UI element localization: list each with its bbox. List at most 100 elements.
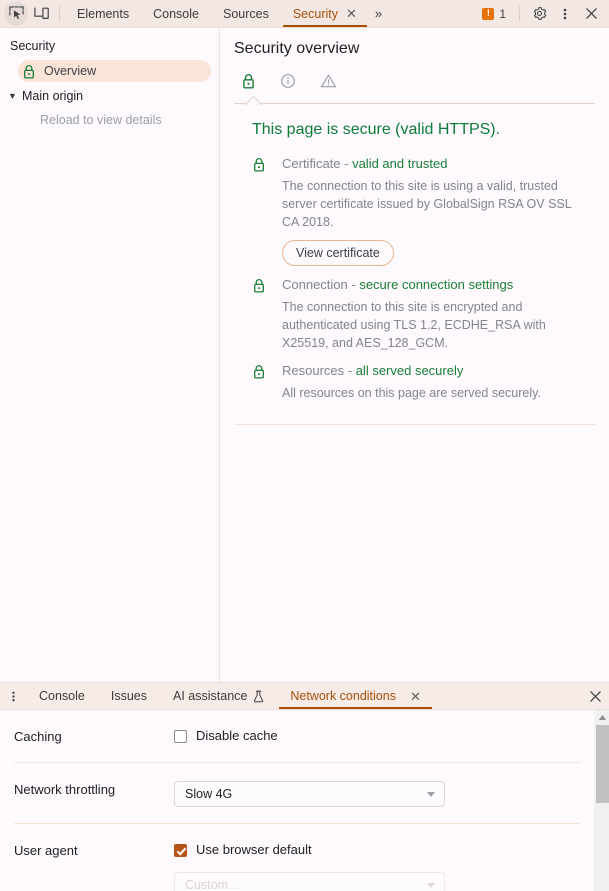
drawer-tab-ai-assistance[interactable]: AI assistance <box>160 683 277 709</box>
network-conditions-row-caching: Caching Disable cache <box>14 710 580 763</box>
network-conditions-panel: Caching Disable cache Network throttling… <box>0 710 609 891</box>
devtools-window: Elements Console Sources Security ✕ » ! … <box>0 0 609 891</box>
connection-title: Connection - secure connection settings <box>282 276 579 294</box>
lock-icon <box>254 158 264 172</box>
inspect-element-button[interactable] <box>4 1 28 26</box>
chevron-down-icon <box>427 791 435 797</box>
tab-console-label: Console <box>153 6 199 21</box>
drawer-tab-ai-assistance-label: AI assistance <box>173 689 248 703</box>
connection-title-prefix: Connection - <box>282 277 360 292</box>
toolbar-left-icons <box>0 0 54 27</box>
more-vertical-icon <box>11 691 15 701</box>
certificate-title: Certificate - valid and trusted <box>282 155 579 173</box>
tab-security-close-icon[interactable]: ✕ <box>346 7 357 20</box>
main-split-view: Security Overview ▼ Main origin Reload t… <box>0 28 609 682</box>
devtools-main-toolbar: Elements Console Sources Security ✕ » ! … <box>0 0 609 28</box>
drawer-tab-network-conditions-label: Network conditions <box>290 689 396 703</box>
drawer-tab-bar: Console Issues AI assistance Network con… <box>0 683 609 710</box>
tab-elements[interactable]: Elements <box>65 0 141 27</box>
main-menu-button[interactable] <box>553 2 577 26</box>
resources-body: Resources - all served securely All reso… <box>282 362 579 402</box>
disable-cache-label: Disable cache <box>196 728 278 743</box>
tab-console[interactable]: Console <box>141 0 211 27</box>
close-icon <box>585 8 597 19</box>
certificate-status-text: valid and trusted <box>352 156 448 171</box>
drawer-close-button[interactable] <box>581 683 609 709</box>
issue-warning-icon: ! <box>482 7 495 20</box>
device-toolbar-toggle-button[interactable] <box>30 2 54 26</box>
disable-cache-checkbox-row[interactable]: Disable cache <box>174 728 580 744</box>
devtools-drawer: Console Issues AI assistance Network con… <box>0 682 609 891</box>
experiment-flask-icon <box>254 690 264 702</box>
drawer-tab-issues-label: Issues <box>110 689 148 703</box>
issues-count-label: 1 <box>499 6 506 21</box>
user-agent-select[interactable]: Custom... <box>174 872 445 891</box>
resources-description: All resources on this page are served se… <box>282 386 541 400</box>
connection-body: Connection - secure connection settings … <box>282 276 579 352</box>
summary-info-icon-button[interactable] <box>278 71 298 91</box>
tab-sources-label: Sources <box>222 6 269 21</box>
sidebar-group-main-origin-label: Main origin <box>22 89 84 103</box>
security-headline: This page is secure (valid HTTPS). <box>252 121 501 138</box>
summary-warning-icon-button[interactable] <box>318 71 338 91</box>
drawer-tab-issues[interactable]: Issues <box>98 683 160 709</box>
view-certificate-button[interactable]: View certificate <box>282 240 394 266</box>
drawer-scrollbar-thumb[interactable] <box>596 725 609 803</box>
more-tabs-label: » <box>374 6 383 21</box>
network-conditions-row-throttling: Network throttling Slow 4G <box>14 763 580 824</box>
network-throttling-select[interactable]: Slow 4G <box>174 781 445 807</box>
drawer-tab-network-conditions[interactable]: Network conditions ✕ <box>277 683 434 709</box>
tab-security-label: Security <box>292 6 338 21</box>
scroll-up-arrow-button[interactable] <box>595 710 609 725</box>
more-tabs-button[interactable]: » <box>369 0 388 27</box>
drawer-tab-network-conditions-close-icon[interactable]: ✕ <box>410 690 421 703</box>
caching-field: Disable cache <box>174 728 580 744</box>
resources-title-prefix: Resources - <box>282 363 356 378</box>
sidebar-item-overview[interactable]: Overview <box>18 60 211 82</box>
network-throttling-value: Slow 4G <box>185 787 233 801</box>
sidebar-item-overview-label: Overview <box>44 64 97 78</box>
tab-security[interactable]: Security ✕ <box>281 0 369 27</box>
issues-counter-button[interactable]: ! 1 <box>476 7 512 21</box>
tab-elements-label: Elements <box>77 6 130 21</box>
resources-status-text: all served securely <box>355 363 464 378</box>
chevron-down-icon: ▼ <box>8 91 17 101</box>
use-browser-default-checkbox[interactable] <box>174 843 187 857</box>
certificate-body: Certificate - valid and trusted The conn… <box>282 155 579 266</box>
security-summary-icon-row <box>234 68 595 94</box>
connection-status-text: secure connection settings <box>359 277 514 292</box>
drawer-menu-button[interactable] <box>0 683 26 709</box>
disable-cache-checkbox[interactable] <box>174 729 187 743</box>
toolbar-right-icons: ! 1 <box>476 0 609 27</box>
drawer-tab-spacer <box>434 683 581 709</box>
content-bottom-divider <box>234 424 595 425</box>
more-vertical-icon <box>563 8 567 19</box>
toolbar-divider <box>59 6 60 21</box>
sidebar-root-label: Security <box>10 39 56 53</box>
summary-divider <box>234 94 595 105</box>
summary-lock-icon-button[interactable] <box>238 71 258 91</box>
security-overview-content: Security overview This page is secure (v… <box>220 28 609 425</box>
drawer-tab-console[interactable]: Console <box>26 683 98 709</box>
page-title: Security overview <box>234 40 360 57</box>
close-devtools-button[interactable] <box>579 2 603 26</box>
close-icon <box>589 690 601 702</box>
caching-label: Caching <box>14 729 62 744</box>
lock-icon <box>24 64 34 79</box>
chevron-down-icon <box>427 882 435 888</box>
sidebar-group-main-origin[interactable]: ▼ Main origin <box>0 84 219 108</box>
settings-button[interactable] <box>527 2 551 26</box>
user-agent-value: Custom... <box>185 878 239 891</box>
summary-divider-notch <box>243 94 265 105</box>
gear-icon <box>533 7 546 20</box>
info-circle-icon <box>281 74 295 88</box>
summary-divider-line <box>234 103 595 104</box>
drawer-scrollbar[interactable] <box>594 710 609 891</box>
tab-sources[interactable]: Sources <box>211 0 281 27</box>
security-section-certificate: Certificate - valid and trusted The conn… <box>234 145 595 266</box>
network-throttling-field: Slow 4G <box>174 781 580 807</box>
device-toolbar-icon <box>34 7 49 19</box>
inspect-element-icon <box>8 6 24 19</box>
use-browser-default-checkbox-row[interactable]: Use browser default <box>174 842 580 858</box>
warning-triangle-icon <box>320 74 336 88</box>
